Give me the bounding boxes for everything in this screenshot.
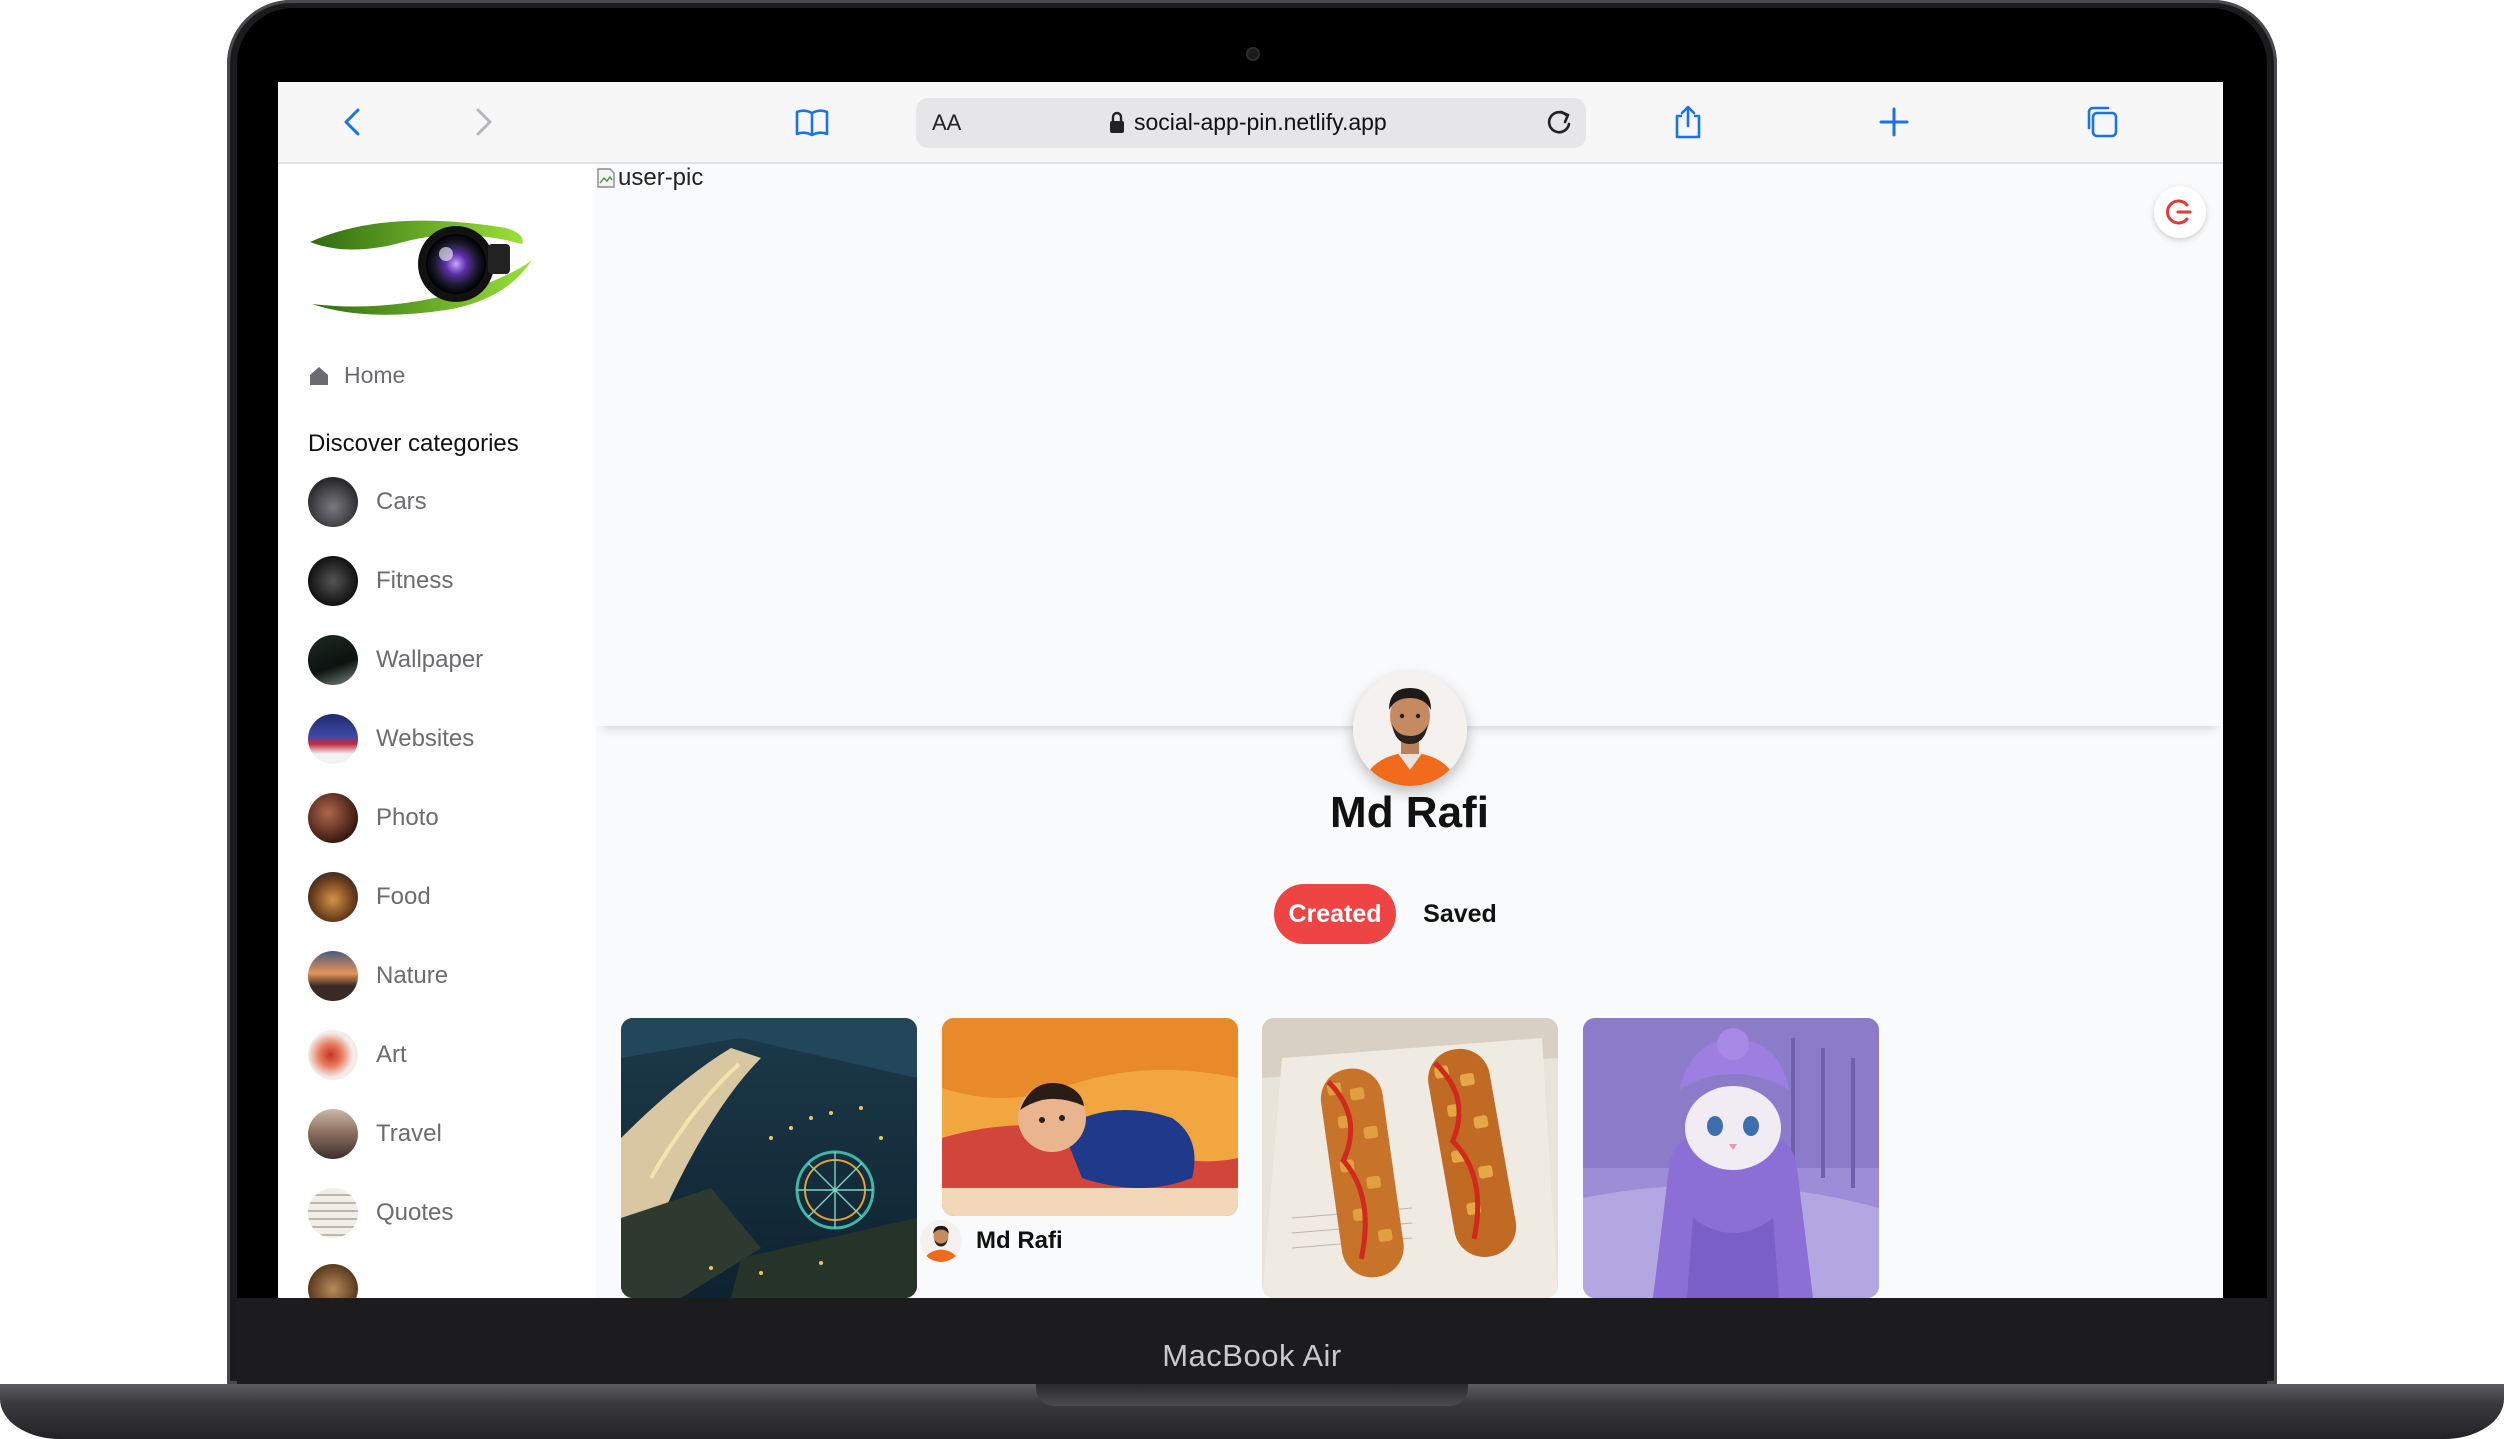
category-thumbnail: [308, 872, 358, 922]
back-icon[interactable]: [336, 104, 372, 140]
category-more[interactable]: [308, 1264, 376, 1298]
category-thumbnail: [308, 1188, 358, 1238]
logout-button[interactable]: [2154, 186, 2206, 238]
category-art[interactable]: Art: [308, 1030, 407, 1080]
laptop-notch: [1036, 1384, 1468, 1406]
pin-card[interactable]: [1262, 1018, 1558, 1298]
forward-icon[interactable]: [464, 104, 500, 140]
pin-card[interactable]: [621, 1018, 917, 1298]
discover-heading: Discover categories: [308, 430, 519, 457]
category-label: Art: [376, 1041, 407, 1068]
category-thumbnail: [308, 1109, 358, 1159]
profile-banner: user-pic: [596, 164, 2223, 726]
category-wallpaper[interactable]: Wallpaper: [308, 635, 483, 685]
pin-author[interactable]: Md Rafi: [920, 1220, 1063, 1262]
category-label: Photo: [376, 804, 439, 831]
url-text[interactable]: social-app-pin.netlify.app: [1134, 109, 1387, 136]
lock-icon: [1110, 111, 1124, 133]
category-thumbnail: [308, 635, 358, 685]
category-fitness[interactable]: Fitness: [308, 556, 453, 606]
address-bar[interactable]: AA social-app-pin.netlify.app: [916, 98, 1586, 148]
nav-home[interactable]: Home: [308, 362, 405, 389]
pin-author-name: Md Rafi: [976, 1227, 1063, 1254]
category-thumbnail: [308, 477, 358, 527]
category-label: Wallpaper: [376, 646, 484, 673]
pin-image-corndogs: [1262, 1018, 1558, 1298]
pin-card[interactable]: [1583, 1018, 1879, 1298]
banner-broken-image: user-pic: [596, 164, 703, 192]
new-tab-icon[interactable]: [1876, 104, 1912, 140]
reader-aa-button[interactable]: AA: [932, 110, 961, 136]
screen: AA social-app-pin.netlify.app Home Disco…: [278, 82, 2223, 1298]
category-thumbnail: [308, 793, 358, 843]
reload-icon[interactable]: [1542, 106, 1576, 140]
tab-created[interactable]: Created: [1274, 884, 1396, 944]
camera-icon: [1246, 47, 1260, 61]
category-thumbnail: [308, 714, 358, 764]
category-label: Websites: [376, 725, 475, 752]
category-label: Nature: [376, 962, 449, 989]
category-food[interactable]: Food: [308, 872, 431, 922]
category-label: Travel: [376, 1120, 442, 1147]
pin-image-baby: [942, 1018, 1238, 1216]
logout-icon: [2166, 199, 2192, 225]
category-label: Quotes: [376, 1199, 454, 1226]
sidebar: Home Discover categories Cars Fitness Wa…: [278, 164, 596, 1298]
tab-saved[interactable]: Saved: [1410, 884, 1510, 944]
home-icon: [310, 366, 328, 385]
profile-username: Md Rafi: [1330, 788, 1489, 837]
tabs-icon[interactable]: [2084, 104, 2120, 140]
device-model-label: MacBook Air: [1162, 1338, 1342, 1373]
category-label: Food: [376, 883, 431, 910]
category-quotes[interactable]: Quotes: [308, 1188, 453, 1238]
category-thumbnail: [308, 1030, 358, 1080]
pin-image-cat: [1583, 1018, 1879, 1298]
category-photo[interactable]: Photo: [308, 793, 439, 843]
category-label: Cars: [376, 488, 427, 515]
category-nature[interactable]: Nature: [308, 951, 448, 1001]
pin-author-avatar: [920, 1220, 962, 1262]
category-travel[interactable]: Travel: [308, 1109, 442, 1159]
profile-avatar: [1353, 672, 1467, 786]
category-websites[interactable]: Websites: [308, 714, 474, 764]
broken-image-icon: [597, 168, 615, 188]
category-thumbnail: [308, 1264, 358, 1298]
browser-toolbar: AA social-app-pin.netlify.app: [278, 82, 2223, 164]
banner-alt-text: user-pic: [618, 164, 704, 191]
category-label: Fitness: [376, 567, 454, 594]
bookmarks-icon[interactable]: [794, 104, 830, 140]
pin-image-city: [621, 1018, 917, 1298]
pin-card[interactable]: [942, 1018, 1238, 1216]
app-logo[interactable]: [306, 204, 536, 324]
category-cars[interactable]: Cars: [308, 477, 427, 527]
share-icon[interactable]: [1670, 104, 1706, 140]
nav-home-label: Home: [344, 362, 406, 388]
category-thumbnail: [308, 951, 358, 1001]
category-thumbnail: [308, 556, 358, 606]
